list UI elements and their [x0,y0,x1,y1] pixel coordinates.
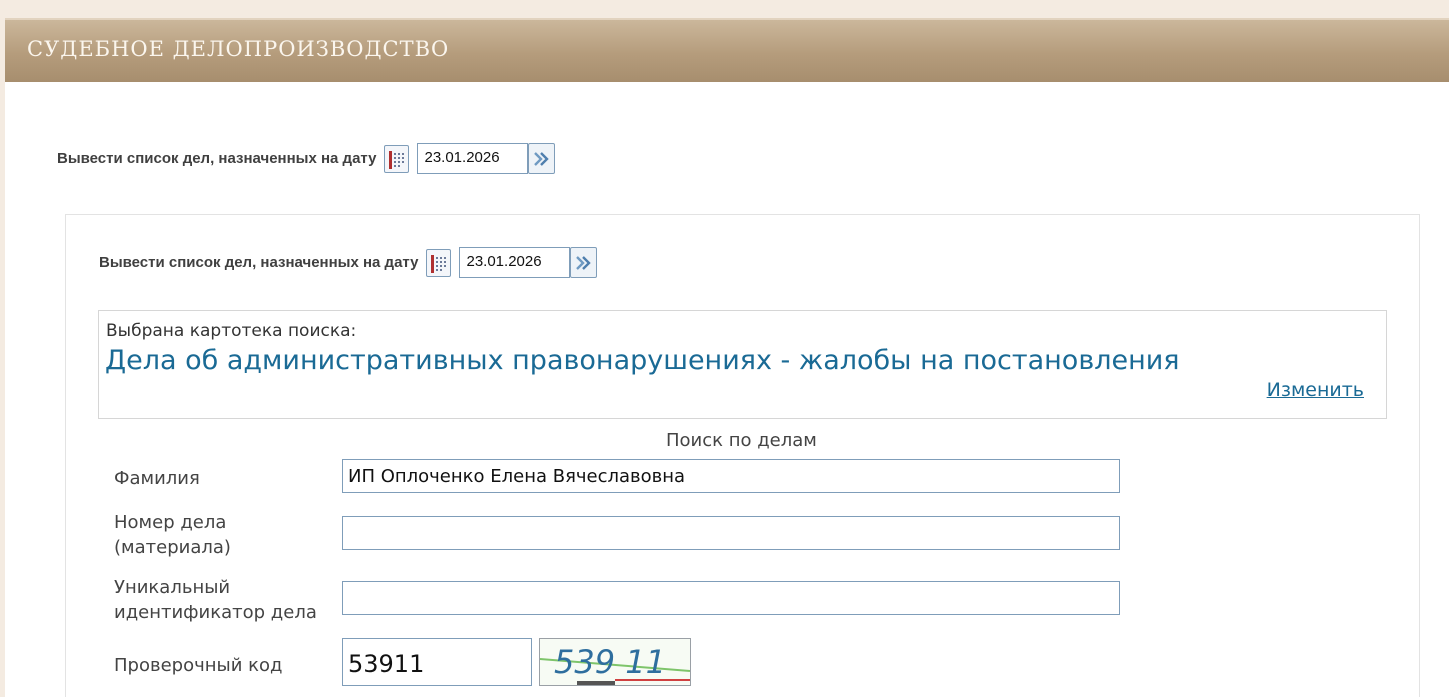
submit-arrow-icon[interactable] [570,247,598,278]
surname-input[interactable]: ИП Оплоченко Елена Вячеславовна [342,459,1120,493]
case-number-label-line1: Номер дела [114,512,227,533]
calendar-icon[interactable] [426,248,452,277]
captcha-image: 539 11 [539,638,691,686]
calendar-icon[interactable] [384,144,410,173]
section-title: СУДЕБНОЕ ДЕЛОПРОИЗВОДСТВО [27,37,450,61]
date-filter-label: Вывести список дел, назначенных на дату [99,254,419,271]
case-number-label: Номер дела (материала) [114,510,231,560]
case-number-label-line2: (материала) [114,537,231,558]
date-input[interactable]: 23.01.2026 [459,247,571,278]
case-number-input[interactable] [342,516,1120,550]
card-index-box: Выбрана картотека поиска: Дела об админи… [98,310,1387,419]
date-filter-outer: Вывести список дел, назначенных на дату … [57,143,556,174]
captcha-image-text: 539 11 [554,643,666,681]
unique-id-input[interactable] [342,581,1120,615]
search-title: Поиск по делам [666,430,817,451]
captcha-input[interactable]: 53911 [342,638,532,686]
surname-label: Фамилия [114,468,200,489]
card-index-value: Дела об административных правонарушениях… [105,345,1180,376]
unique-id-label-line2: идентификатор дела [114,602,317,623]
card-index-label: Выбрана картотека поиска: [106,321,357,341]
change-card-index-link[interactable]: Изменить [1267,379,1364,401]
captcha-label: Проверочный код [114,655,283,676]
unique-id-label-line1: Уникальный [114,577,231,598]
date-input[interactable]: 23.01.2026 [417,143,529,174]
top-band [0,0,1449,18]
date-filter-inner: Вывести список дел, назначенных на дату … [99,247,598,278]
date-filter-label: Вывести список дел, назначенных на дату [57,150,377,167]
section-header: СУДЕБНОЕ ДЕЛОПРОИЗВОДСТВО [5,18,1449,82]
unique-id-label: Уникальный идентификатор дела [114,575,317,625]
submit-arrow-icon[interactable] [528,143,556,174]
